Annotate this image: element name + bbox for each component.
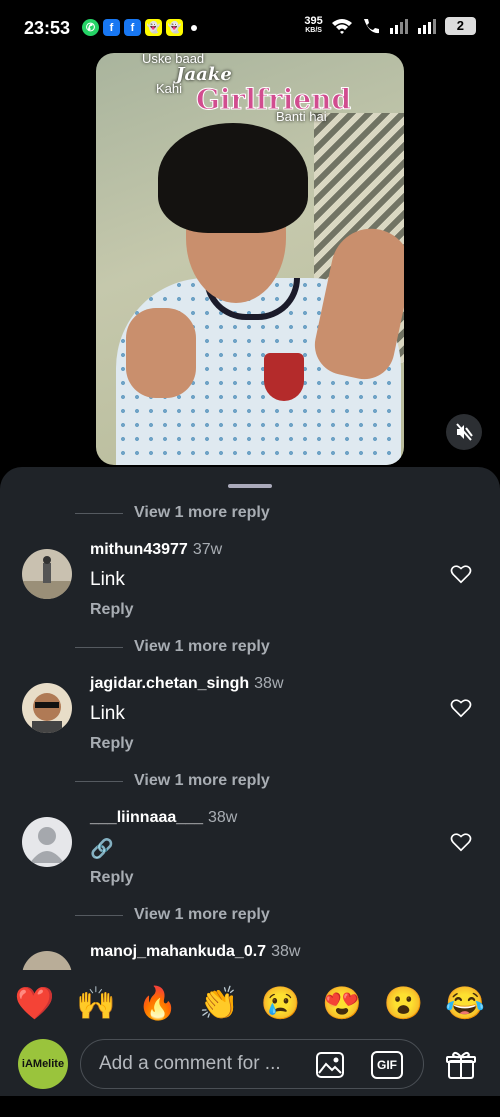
- speaker-muted-icon: [456, 423, 473, 441]
- view-more-replies[interactable]: View 1 more reply: [75, 636, 270, 658]
- comment-text: 🔗: [90, 839, 114, 860]
- status-right: 395 KB/S 2: [304, 16, 476, 36]
- status-bar: 23:53 ✆ f f 👻 👻 395 KB/S 2: [0, 0, 500, 56]
- notification-icons: ✆ f f 👻 👻: [82, 19, 197, 36]
- snapchat-icon: 👻: [145, 19, 162, 36]
- view-more-replies[interactable]: View 1 more reply: [75, 904, 270, 926]
- comment-username[interactable]: manoj_mahankuda_0.7: [90, 943, 266, 960]
- heart-icon[interactable]: [450, 697, 472, 719]
- comment-input-placeholder: Add a comment for ...: [99, 1053, 281, 1074]
- comment-username[interactable]: ___liinnaaa___: [90, 809, 203, 826]
- signal-icon-2: [417, 19, 436, 34]
- emoji-reaction-bar: ❤️ 🙌 🔥 👏 😢 😍 😮 😂: [0, 970, 500, 1036]
- heart-icon[interactable]: [450, 563, 472, 585]
- reel-video[interactable]: Uske baad Jaake Kahi Girlfriend Banti ha…: [96, 53, 404, 465]
- person-hand-left: [126, 308, 196, 398]
- comment-age: 38w: [207, 809, 238, 826]
- view-more-label: View 1 more reply: [134, 772, 270, 789]
- net-speed: 395 KB/S: [304, 16, 322, 36]
- net-speed-unit: KB/S: [305, 27, 322, 34]
- emoji-raised-hands[interactable]: 🙌: [76, 984, 116, 1022]
- wifi-icon: [331, 19, 352, 34]
- comment-item: mithun43977 37w Link Reply: [0, 541, 500, 649]
- avatar-photo: [22, 683, 72, 733]
- comment-text: Link: [90, 569, 125, 590]
- reply-line: [75, 780, 123, 782]
- comment-header: manoj_mahankuda_0.7 38w: [90, 943, 300, 961]
- sheet-drag-handle[interactable]: [228, 484, 272, 488]
- whatsapp-icon: ✆: [82, 19, 99, 36]
- comment-header: ___liinnaaa___ 38w: [90, 809, 237, 827]
- avatar[interactable]: [22, 683, 72, 733]
- heart-icon[interactable]: [450, 831, 472, 853]
- comment-username[interactable]: jagidar.chetan_singh: [90, 675, 249, 692]
- comment-username[interactable]: mithun43977: [90, 541, 188, 558]
- signal-icon: [389, 19, 408, 34]
- emoji-heart-eyes[interactable]: 😍: [322, 984, 362, 1022]
- my-avatar: iAMelite: [18, 1039, 68, 1089]
- view-more-label: View 1 more reply: [134, 906, 270, 923]
- reply-button[interactable]: Reply: [90, 869, 134, 887]
- snapchat-icon: 👻: [166, 19, 183, 36]
- battery-indicator: 2: [444, 17, 476, 35]
- mute-button[interactable]: [446, 414, 482, 450]
- reply-button[interactable]: Reply: [90, 735, 134, 753]
- video-caption-5: Banti hai: [276, 109, 327, 124]
- gif-button[interactable]: GIF: [371, 1051, 403, 1079]
- avatar[interactable]: [22, 549, 72, 599]
- comment-age: 38w: [254, 675, 284, 692]
- comment-text: Link: [90, 703, 125, 724]
- avatar-photo: [22, 549, 72, 599]
- comment-age: 37w: [192, 541, 223, 558]
- call-icon: [363, 19, 379, 34]
- emoji-clap[interactable]: 👏: [199, 984, 239, 1022]
- view-more-label: View 1 more reply: [134, 504, 270, 521]
- more-notifications-dot: [191, 24, 197, 31]
- emoji-heart[interactable]: ❤️: [15, 984, 55, 1022]
- image-icon[interactable]: [315, 1051, 345, 1079]
- reply-line: [75, 646, 123, 648]
- reply-line: [75, 914, 123, 916]
- emoji-surprised[interactable]: 😮: [384, 984, 424, 1022]
- video-caption-4: Girlfriend: [195, 83, 352, 117]
- view-more-replies[interactable]: View 1 more reply: [75, 770, 270, 792]
- gift-icon[interactable]: [446, 1050, 476, 1080]
- comment-header: jagidar.chetan_singh 38w: [90, 675, 284, 693]
- system-nav-bar: [0, 1096, 500, 1117]
- reply-line: [75, 512, 123, 514]
- comment-composer: iAMelite Add a comment for ... GIF: [0, 1036, 500, 1096]
- view-more-label: View 1 more reply: [134, 638, 270, 655]
- reply-button[interactable]: Reply: [90, 601, 134, 619]
- avatar[interactable]: [22, 817, 72, 867]
- emoji-laughing[interactable]: 😂: [445, 984, 485, 1022]
- video-caption-2: Jaake: [176, 64, 232, 85]
- comment-age: 38w: [271, 943, 301, 960]
- facebook-icon: f: [124, 19, 141, 36]
- view-more-replies[interactable]: View 1 more reply: [75, 502, 270, 524]
- comment-item: jagidar.chetan_singh 38w Link Reply: [0, 675, 500, 783]
- facebook-icon: f: [103, 19, 120, 36]
- person-hair: [158, 123, 308, 233]
- status-time: 23:53: [24, 18, 71, 38]
- default-avatar-icon: [22, 817, 72, 867]
- comment-item: ___liinnaaa___ 38w 🔗 Reply: [0, 809, 500, 917]
- comment-header: mithun43977 37w: [90, 541, 222, 559]
- emoji-crying[interactable]: 😢: [261, 984, 301, 1022]
- shirt-crest: [264, 353, 304, 401]
- comment-input[interactable]: Add a comment for ... GIF: [80, 1039, 424, 1089]
- emoji-fire[interactable]: 🔥: [138, 984, 178, 1022]
- video-caption-3: Kahi: [156, 81, 183, 96]
